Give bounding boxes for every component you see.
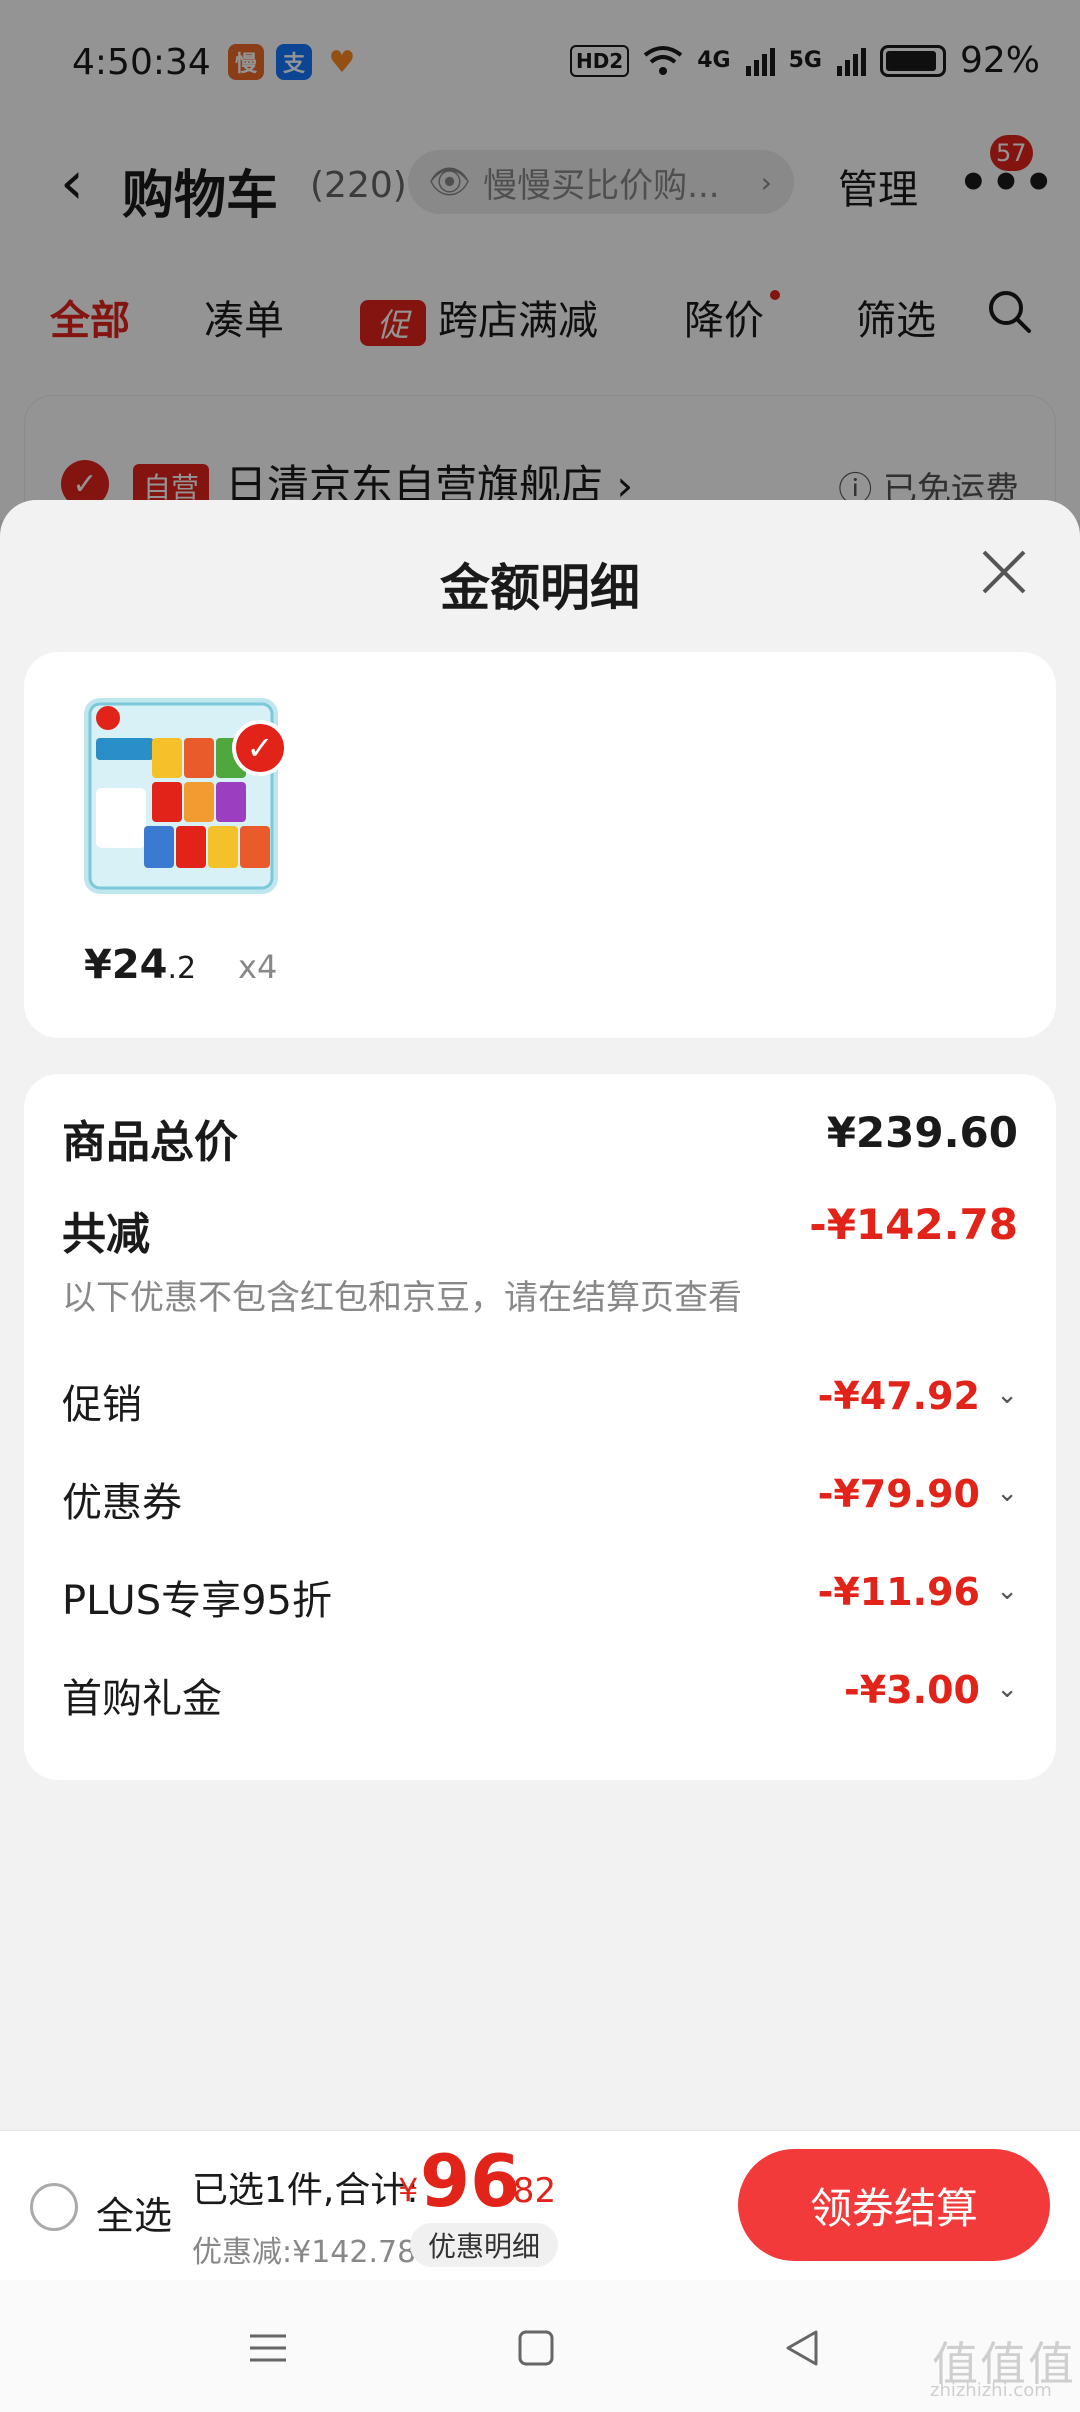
chevron-down-icon[interactable]: ⌄ (996, 1478, 1018, 1508)
chevron-down-icon[interactable]: ⌄ (996, 1380, 1018, 1410)
total-currency: ¥ (398, 2171, 419, 2209)
total-reduction-value: -¥142.78 (809, 1200, 1018, 1249)
system-navigation-bar (0, 2280, 1080, 2412)
price-summary-card: 商品总价 ¥239.60 共减 -¥142.78 以下优惠不包含红包和京豆，请在… (24, 1074, 1056, 1780)
total-amount-dec: .82 (502, 2171, 557, 2211)
discount-label-first-purchase: 首购礼金 (62, 1676, 222, 1722)
discount-label-coupon: 优惠券 (62, 1480, 182, 1526)
total-price-label: 商品总价 (62, 1117, 238, 1168)
select-all-label[interactable]: 全选 (96, 2185, 172, 2240)
watermark-url: zhizhizhi.com (930, 2380, 1052, 2401)
chevron-down-icon[interactable]: ⌄ (996, 1674, 1018, 1704)
home-icon[interactable] (514, 2326, 558, 2370)
discount-value-coupon[interactable]: -¥79.90 (818, 1472, 980, 1516)
close-icon[interactable] (976, 544, 1032, 600)
discount-label-plus: PLUS专享95折 (62, 1578, 332, 1624)
discount-value-plus[interactable]: -¥11.96 (818, 1570, 980, 1614)
product-price-dec: .2 (167, 951, 197, 986)
amount-detail-sheet: 金额明细 ✓ ¥24.2 x4 商品总价 ¥239.60 共减 -¥142.78… (0, 500, 1080, 2412)
product-quantity: x4 (238, 948, 278, 986)
product-card: ✓ ¥24.2 x4 (24, 652, 1056, 1038)
chevron-down-icon[interactable]: ⌄ (996, 1576, 1018, 1606)
reduction-note: 以下优惠不包含红包和京豆，请在结算页查看 (62, 1278, 742, 1318)
product-price-int: ¥24 (84, 942, 168, 988)
discount-detail-button[interactable]: 优惠明细 (410, 2223, 559, 2267)
menu-icon[interactable] (246, 2326, 290, 2370)
select-all-checkbox[interactable] (30, 2183, 78, 2231)
selected-summary-text: 已选1件,合计: (192, 2170, 419, 2211)
checkout-button[interactable]: 领券结算 (738, 2149, 1050, 2261)
discount-value-promo[interactable]: -¥47.92 (818, 1374, 980, 1418)
discount-summary-text: 优惠减:¥142.78 (192, 2235, 417, 2270)
product-unit-price: ¥24.2 (84, 942, 196, 988)
total-reduction-label: 共减 (62, 1209, 150, 1260)
checkout-bar: 全选 已选1件,合计: ¥ 96 .82 优惠减:¥142.78 优惠明细 领券… (0, 2130, 1080, 2280)
total-price-value: ¥239.60 (826, 1108, 1018, 1157)
sheet-title: 金额明细 (440, 559, 640, 617)
selected-check-icon: ✓ (232, 720, 288, 776)
back-triangle-icon[interactable] (780, 2326, 824, 2370)
discount-label-promo: 促销 (62, 1382, 142, 1428)
discount-value-first-purchase[interactable]: -¥3.00 (844, 1668, 980, 1712)
